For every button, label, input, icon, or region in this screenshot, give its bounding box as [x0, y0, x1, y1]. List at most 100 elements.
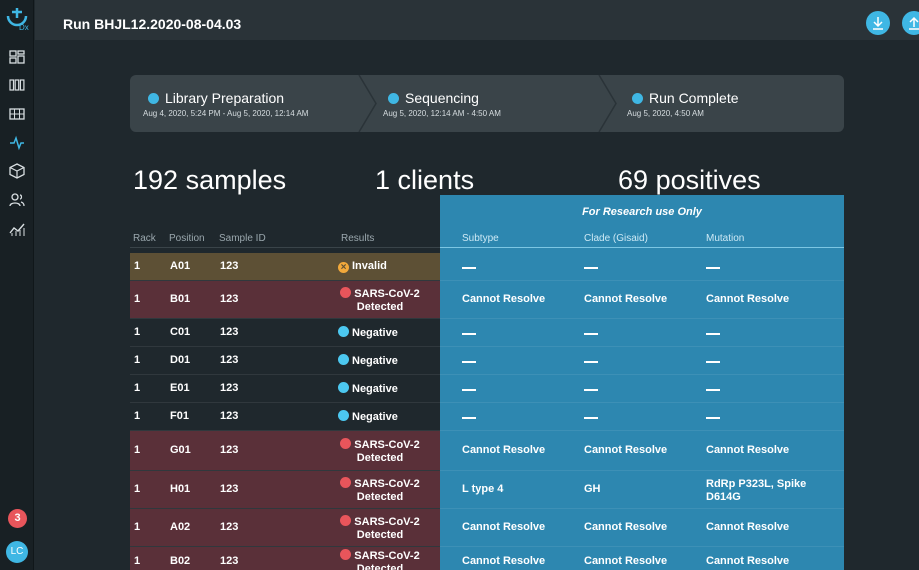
page-title: Run BHJL12.2020-08-04.03 — [63, 16, 242, 32]
app-logo[interactable]: Dx — [5, 6, 31, 34]
col-header-subtype[interactable]: Subtype — [462, 233, 499, 244]
result-text: Negative — [352, 382, 398, 395]
clade-cell: Cannot Resolve — [584, 292, 668, 305]
result-text: SARS-CoV-2 — [354, 287, 420, 300]
analytics-icon[interactable] — [9, 221, 25, 237]
mutation-cell: Cannot Resolve — [706, 520, 790, 533]
notification-badge[interactable]: 3 — [8, 509, 27, 528]
result-line-2: Detected — [356, 563, 404, 570]
sample-id-cell: 123 — [220, 325, 239, 338]
mutation-empty-dash — [706, 266, 720, 269]
positives-count: 69 — [618, 165, 649, 195]
clade-cell: Cannot Resolve — [584, 555, 668, 567]
rack-cell: 1 — [134, 381, 141, 394]
positives-stat: 69 positives — [618, 165, 761, 196]
samples-label: samples — [185, 165, 287, 195]
download-icon — [873, 17, 883, 30]
header-divider-research — [440, 247, 844, 248]
detected-icon — [340, 514, 352, 526]
samples-stat: 192 samples — [133, 165, 286, 196]
result-line-2: Detected — [356, 451, 404, 464]
subtype-empty-dash — [462, 416, 476, 419]
position-cell: G01 — [170, 443, 191, 456]
racks-icon[interactable] — [9, 77, 25, 93]
result-cell: Negative — [338, 381, 398, 395]
negative-icon — [338, 381, 349, 393]
col-header-rack[interactable]: Rack — [133, 233, 156, 244]
position-cell: D01 — [170, 353, 191, 366]
clade-empty-dash — [584, 332, 598, 335]
result-line-1: SARS-CoV-2 — [330, 549, 430, 563]
mutation-empty-dash — [706, 360, 720, 363]
position-cell: A01 — [170, 259, 191, 272]
step-name: Sequencing — [388, 90, 479, 106]
rack-cell: 1 — [134, 292, 141, 305]
logo-sub: Dx — [19, 23, 29, 32]
result-line-1: SARS-CoV-2 — [330, 514, 430, 529]
result-text: Negative — [352, 354, 398, 367]
clade-cell: Cannot Resolve — [584, 443, 668, 456]
plate-icon[interactable] — [9, 106, 25, 122]
result-cell: SARS-CoV-2 Detected — [330, 437, 430, 465]
users-icon[interactable] — [9, 192, 25, 208]
subtype-cell: Cannot Resolve — [462, 555, 546, 567]
sample-id-cell: 123 — [220, 292, 239, 305]
detected-icon — [340, 437, 352, 449]
result-cell: × Invalid — [338, 260, 387, 273]
negative-icon — [338, 325, 349, 337]
col-header-results[interactable]: Results — [341, 233, 374, 244]
position-cell: B02 — [170, 555, 191, 567]
sample-id-cell: 123 — [220, 353, 239, 366]
subtype-cell: Cannot Resolve — [462, 520, 546, 533]
clade-empty-dash — [584, 266, 598, 269]
upload-button[interactable] — [902, 11, 919, 35]
sample-id-cell: 123 — [220, 381, 239, 394]
runs-icon[interactable] — [9, 135, 25, 151]
mutation-line-1: RdRp P323L, Spike — [706, 477, 807, 490]
result-line-2: Detected — [356, 490, 404, 503]
mutation-cell: RdRp P323L, Spike D614G — [706, 478, 806, 504]
clients-label: clients — [397, 165, 475, 195]
package-icon[interactable] — [9, 163, 25, 179]
positives-label: positives — [655, 165, 761, 195]
rack-cell: 1 — [134, 443, 141, 456]
rack-cell: 1 — [134, 520, 141, 533]
user-avatar[interactable]: LC — [6, 541, 28, 563]
detected-icon — [340, 549, 352, 560]
rack-cell: 1 — [134, 353, 141, 366]
mutation-cell: Cannot Resolve — [706, 555, 790, 567]
position-cell: A02 — [170, 520, 191, 533]
sample-id-cell: 123 — [220, 520, 239, 533]
mutation-empty-dash — [706, 388, 720, 391]
header: Run BHJL12.2020-08-04.03 — [35, 0, 919, 40]
upload-icon — [909, 16, 919, 30]
position-cell: B01 — [170, 292, 191, 305]
rack-cell: 1 — [134, 259, 141, 272]
sample-id-cell: 123 — [220, 555, 239, 567]
step-library-preparation: Library Preparation Aug 4, 2020, 5:24 PM… — [130, 75, 368, 132]
result-line-1: SARS-CoV-2 — [330, 286, 430, 301]
negative-icon — [338, 353, 349, 365]
step-name: Run Complete — [632, 90, 739, 106]
mutation-empty-dash — [706, 332, 720, 335]
result-cell: SARS-CoV-2 Detected — [330, 514, 430, 542]
col-header-sample-id[interactable]: Sample ID — [219, 233, 266, 244]
subtype-empty-dash — [462, 266, 476, 269]
download-button[interactable] — [866, 11, 890, 35]
col-header-position[interactable]: Position — [169, 233, 205, 244]
result-line-1: SARS-CoV-2 — [330, 476, 430, 491]
position-cell: E01 — [170, 381, 190, 394]
result-line-2: Detected — [356, 300, 404, 313]
subtype-cell: Cannot Resolve — [462, 292, 546, 305]
run-progress-steps: Library Preparation Aug 4, 2020, 5:24 PM… — [130, 75, 844, 132]
samples-count: 192 — [133, 165, 179, 195]
dashboard-icon[interactable] — [9, 49, 25, 65]
position-cell: F01 — [170, 409, 189, 422]
rack-cell: 1 — [134, 482, 141, 495]
result-text: SARS-CoV-2 — [354, 477, 420, 490]
col-header-clade[interactable]: Clade (Gisaid) — [584, 233, 648, 244]
col-header-mutation[interactable]: Mutation — [706, 233, 744, 244]
position-cell: H01 — [170, 482, 191, 495]
clade-empty-dash — [584, 388, 598, 391]
mutation-cell: Cannot Resolve — [706, 443, 790, 456]
